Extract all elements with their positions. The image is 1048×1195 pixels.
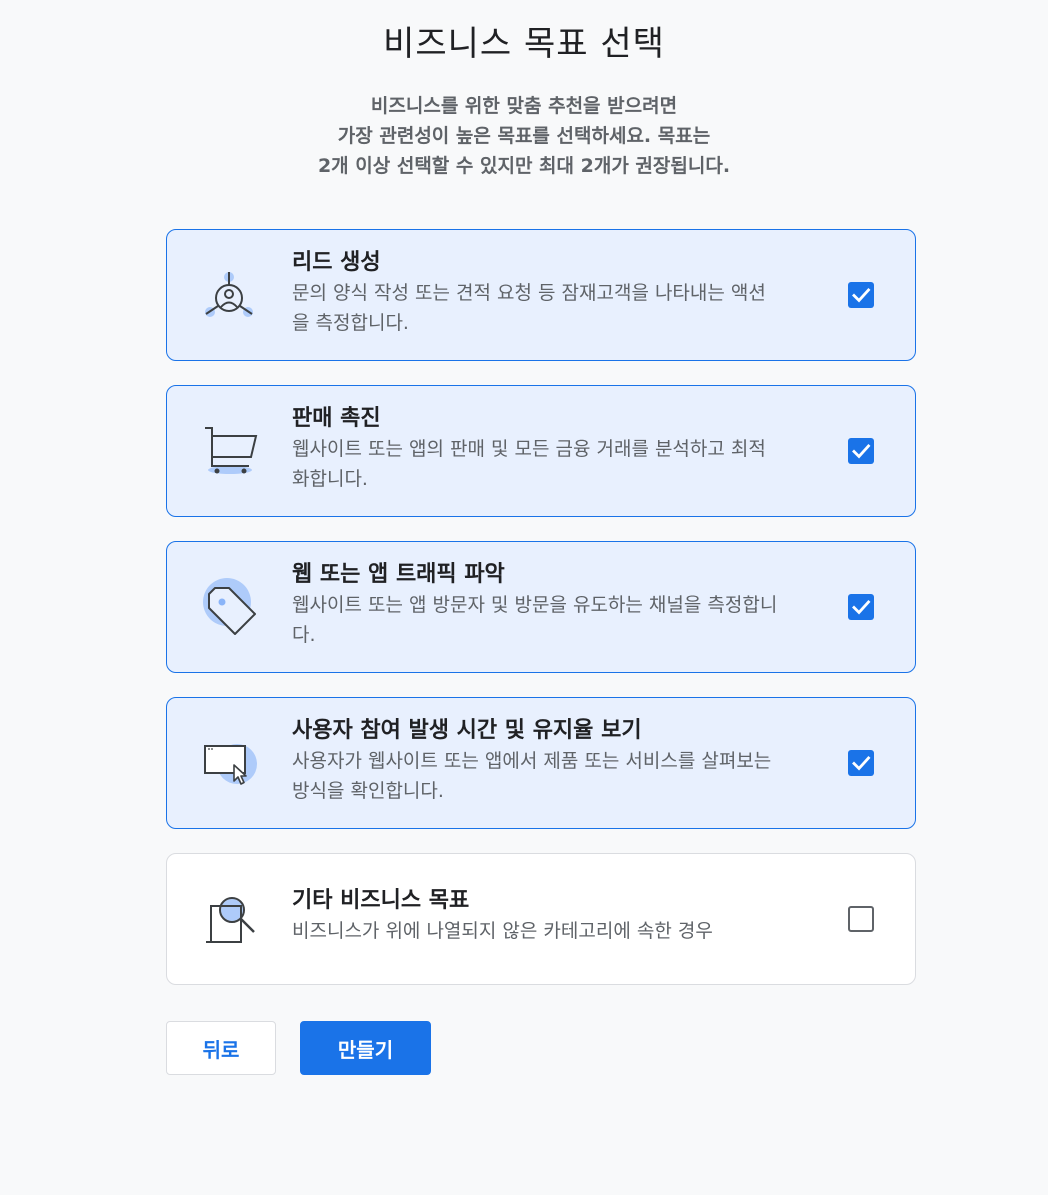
goal-title: 웹 또는 앱 트래픽 파악	[292, 562, 505, 587]
goal-card-engagement-retention[interactable]: 사용자 참여 발생 시간 및 유지율 보기 사용자가 웹사이트 또는 앱에서 제…	[166, 697, 916, 829]
goal-card-other[interactable]: 기타 비즈니스 목표 비즈니스가 위에 나열되지 않은 카테고리에 속한 경우	[166, 853, 916, 985]
goal-description-line: 문의 양식 작성 또는 견적 요청 등 잠재고객을 나타내는 액션	[292, 282, 766, 304]
checkmark-icon	[852, 600, 871, 615]
goal-description-line: 사용자가 웹사이트 또는 앱에서 제품 또는 서비스를 살펴보는	[292, 750, 772, 772]
goal-title: 리드 생성	[292, 250, 381, 275]
goal-description-line: 비즈니스가 위에 나열되지 않은 카테고리에 속한 경우	[292, 920, 713, 942]
lead-generation-icon	[197, 266, 261, 326]
goal-description: 비즈니스가 위에 나열되지 않은 카테고리에 속한 경우	[292, 916, 832, 946]
subtitle-line: 2개 이상 선택할 수 있지만 최대 2개가 권장됩니다.	[317, 155, 731, 177]
checkmark-icon	[852, 288, 871, 303]
goal-title: 기타 비즈니스 목표	[292, 888, 470, 913]
goal-description-line: 다.	[292, 624, 316, 646]
subtitle-line: 비즈니스를 위한 맞춤 추천을 받으려면	[370, 95, 678, 117]
goal-description: 문의 양식 작성 또는 견적 요청 등 잠재고객을 나타내는 액션 을 측정합니…	[292, 278, 832, 338]
back-button[interactable]: 뒤로	[166, 1021, 276, 1075]
goal-checkbox[interactable]	[848, 282, 874, 308]
browser-window-cursor-icon	[197, 734, 261, 794]
goal-description-line: 을 측정합니다.	[292, 312, 409, 334]
page-title: 비즈니스 목표 선택	[383, 24, 665, 64]
choose-business-objectives-page: 비즈니스 목표 선택 비즈니스를 위한 맞춤 추천을 받으려면 가장 관련성이 …	[0, 0, 1048, 1195]
goal-text: 사용자 참여 발생 시간 및 유지율 보기 사용자가 웹사이트 또는 앱에서 제…	[292, 716, 832, 806]
goal-title: 사용자 참여 발생 시간 및 유지율 보기	[292, 718, 642, 743]
goal-card-drive-sales[interactable]: 판매 촉진 웹사이트 또는 앱의 판매 및 모든 금융 거래를 분석하고 최적 …	[166, 385, 916, 517]
goal-card-understand-traffic[interactable]: 웹 또는 앱 트래픽 파악 웹사이트 또는 앱 방문자 및 방문을 유도하는 채…	[166, 541, 916, 673]
goal-description-line: 화합니다.	[292, 468, 368, 490]
shopping-cart-icon	[197, 422, 261, 482]
goal-checkbox[interactable]	[848, 594, 874, 620]
goal-text: 리드 생성 문의 양식 작성 또는 견적 요청 등 잠재고객을 나타내는 액션 …	[292, 248, 832, 338]
goal-checkbox[interactable]	[848, 906, 874, 932]
goal-text: 판매 촉진 웹사이트 또는 앱의 판매 및 모든 금융 거래를 분석하고 최적 …	[292, 404, 832, 494]
subtitle-line: 가장 관련성이 높은 목표를 선택하세요. 목표는	[337, 125, 711, 147]
goal-description: 웹사이트 또는 앱의 판매 및 모든 금융 거래를 분석하고 최적 화합니다.	[292, 434, 832, 494]
checkmark-icon	[852, 444, 871, 459]
goal-title: 판매 촉진	[292, 406, 381, 431]
goal-description-line: 웹사이트 또는 앱의 판매 및 모든 금융 거래를 분석하고 최적	[292, 438, 766, 460]
goal-description-line: 방식을 확인합니다.	[292, 780, 444, 802]
checkmark-icon	[852, 756, 871, 771]
goal-description: 사용자가 웹사이트 또는 앱에서 제품 또는 서비스를 살펴보는 방식을 확인합…	[292, 746, 832, 806]
goal-text: 기타 비즈니스 목표 비즈니스가 위에 나열되지 않은 카테고리에 속한 경우	[292, 886, 832, 946]
create-button[interactable]: 만들기	[300, 1021, 431, 1075]
goal-checkbox[interactable]	[848, 438, 874, 464]
goal-checkbox[interactable]	[848, 750, 874, 776]
goal-list: 리드 생성 문의 양식 작성 또는 견적 요청 등 잠재고객을 나타내는 액션 …	[166, 229, 916, 1009]
goal-description-line: 웹사이트 또는 앱 방문자 및 방문을 유도하는 채널을 측정합니	[292, 594, 778, 616]
magnifier-document-icon	[197, 890, 261, 950]
page-subtitle: 비즈니스를 위한 맞춤 추천을 받으려면 가장 관련성이 높은 목표를 선택하세…	[274, 91, 774, 181]
goal-card-lead-generation[interactable]: 리드 생성 문의 양식 작성 또는 견적 요청 등 잠재고객을 나타내는 액션 …	[166, 229, 916, 361]
goal-description: 웹사이트 또는 앱 방문자 및 방문을 유도하는 채널을 측정합니 다.	[292, 590, 832, 650]
price-tag-icon	[197, 578, 261, 638]
goal-text: 웹 또는 앱 트래픽 파악 웹사이트 또는 앱 방문자 및 방문을 유도하는 채…	[292, 560, 832, 650]
